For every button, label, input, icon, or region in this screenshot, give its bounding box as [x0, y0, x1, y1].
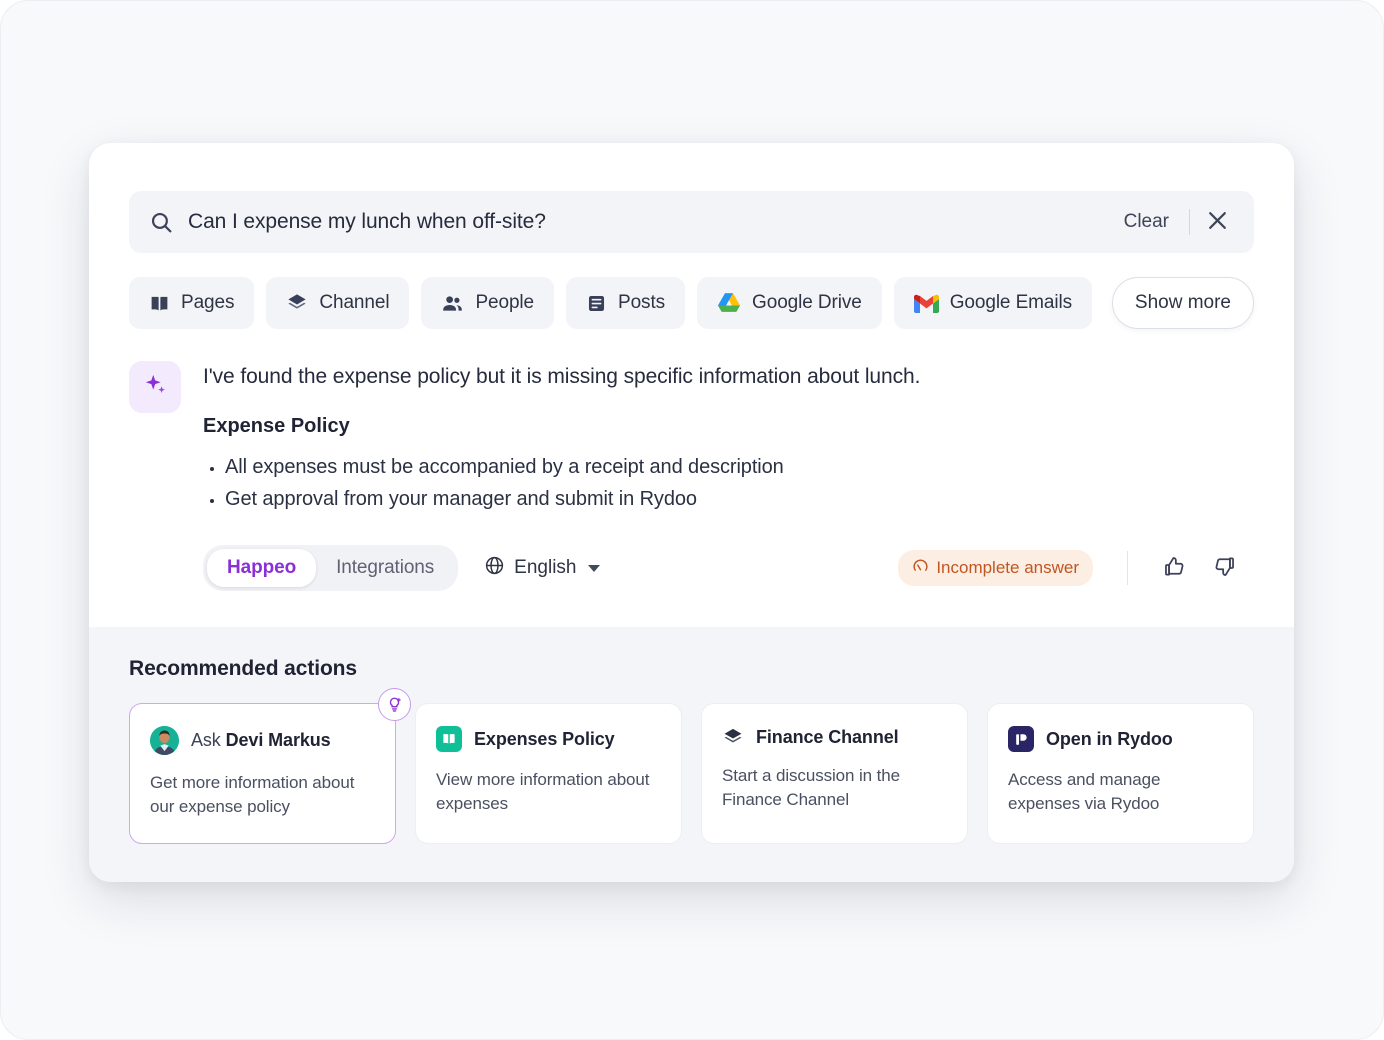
answer-bullet: Get approval from your manager and submi… [225, 488, 1254, 511]
thumbs-down-icon [1212, 554, 1237, 582]
answer-footer: Happeo Integrations English Incomplete a… [203, 545, 1254, 597]
search-input[interactable] [188, 210, 1112, 234]
card-title-name: Finance Channel [756, 726, 899, 747]
ai-badge [129, 361, 181, 413]
sparkle-icon [142, 371, 169, 403]
close-icon [1205, 208, 1230, 236]
recommended-card-expenses-policy[interactable]: Expenses Policy View more information ab… [415, 703, 682, 844]
card-title-prefix: Ask [191, 730, 221, 750]
clear-button[interactable]: Clear [1112, 207, 1181, 237]
globe-icon [484, 555, 505, 582]
people-icon [441, 292, 464, 315]
answer-heading: Expense Policy [203, 415, 350, 437]
layers-icon [286, 292, 308, 314]
status-badge: Incomplete answer [898, 550, 1093, 586]
filter-chips-row: Pages Channel People Posts Google Drive … [129, 277, 1254, 329]
answer-lead-text: I've found the expense policy but it is … [203, 365, 921, 388]
show-more-button[interactable]: Show more [1111, 277, 1254, 329]
answer-bullet: All expenses must be accompanied by a re… [225, 456, 1254, 479]
card-title-name: Devi Markus [225, 730, 331, 750]
status-badge-label: Incomplete answer [936, 558, 1079, 577]
card-title-name: Expenses Policy [474, 728, 615, 749]
lightbulb-sparkle-icon [378, 688, 411, 721]
tab-happeo[interactable]: Happeo [207, 549, 317, 587]
filter-chip-label: Google Drive [752, 292, 862, 313]
chevron-down-icon [587, 564, 600, 572]
gmail-icon [913, 294, 939, 313]
card-title: Finance Channel [756, 727, 899, 748]
divider [1127, 551, 1128, 585]
book-icon [436, 726, 462, 752]
card-title-name: Open in Rydoo [1046, 728, 1173, 749]
filter-chip-label: Google Emails [949, 292, 1072, 313]
google-drive-icon [717, 292, 741, 314]
recommended-card-open-in-rydoo[interactable]: Open in Rydoo Access and manage expenses… [987, 703, 1254, 844]
filter-chip-channel[interactable]: Channel [266, 277, 410, 329]
filter-chip-label: Pages [181, 292, 235, 313]
answer-bullet-list: All expenses must be accompanied by a re… [225, 456, 1254, 511]
card-description: Start a discussion in the Finance Channe… [722, 766, 900, 809]
language-selector[interactable]: English [484, 555, 600, 582]
page-background: Clear [0, 0, 1384, 1040]
avatar [150, 726, 179, 755]
filter-chip-label: Channel [319, 292, 390, 313]
recommended-card-finance-channel[interactable]: Finance Channel Start a discussion in th… [701, 703, 968, 844]
card-header: Ask Devi Markus [150, 726, 375, 755]
search-icon [149, 210, 174, 235]
search-bar[interactable]: Clear [129, 191, 1254, 253]
card-description: Access and manage expenses via Rydoo [1008, 770, 1161, 813]
thumbs-down-button[interactable] [1204, 548, 1244, 588]
filter-chip-pages[interactable]: Pages [129, 277, 255, 329]
card-title: Open in Rydoo [1046, 729, 1173, 750]
filter-chip-google-emails[interactable]: Google Emails [893, 277, 1092, 329]
filter-chip-google-drive[interactable]: Google Drive [697, 277, 882, 329]
recommended-actions-cards: Ask Devi Markus Get more information abo… [129, 688, 1254, 844]
card-description: Get more information about our expense p… [150, 773, 355, 816]
filter-chip-people[interactable]: People [421, 277, 555, 329]
recommended-card-ask-person[interactable]: Ask Devi Markus Get more information abo… [129, 688, 411, 844]
card-header: Finance Channel [722, 726, 947, 748]
close-button[interactable] [1198, 203, 1236, 241]
source-tabs: Happeo Integrations [203, 545, 459, 591]
filter-chip-label: People [475, 292, 535, 313]
card-header: Expenses Policy [436, 726, 661, 752]
thumbs-up-icon [1162, 554, 1187, 582]
recommended-actions-section: Recommended actions Ask Devi Markus Get … [89, 627, 1294, 882]
modal-top-section: Clear [89, 143, 1294, 627]
book-icon [149, 293, 170, 314]
filter-chip-label: Posts [618, 292, 666, 313]
answer-body: I've found the expense policy but it is … [203, 359, 1254, 597]
language-label: English [514, 557, 577, 578]
recommended-actions-title: Recommended actions [129, 657, 357, 680]
card-title: Expenses Policy [474, 729, 615, 750]
tab-integrations[interactable]: Integrations [316, 549, 454, 587]
gauge-icon [912, 557, 929, 579]
search-modal: Clear [89, 143, 1294, 882]
card-title: Ask Devi Markus [191, 730, 331, 751]
card-header: Open in Rydoo [1008, 726, 1233, 752]
ai-answer: I've found the expense policy but it is … [129, 359, 1254, 597]
rydoo-icon [1008, 726, 1034, 752]
divider [1189, 209, 1190, 235]
post-icon [586, 293, 607, 314]
thumbs-up-button[interactable] [1154, 548, 1194, 588]
card-description: View more information about expenses [436, 770, 650, 813]
layers-icon [722, 726, 744, 748]
filter-chip-posts[interactable]: Posts [566, 277, 686, 329]
